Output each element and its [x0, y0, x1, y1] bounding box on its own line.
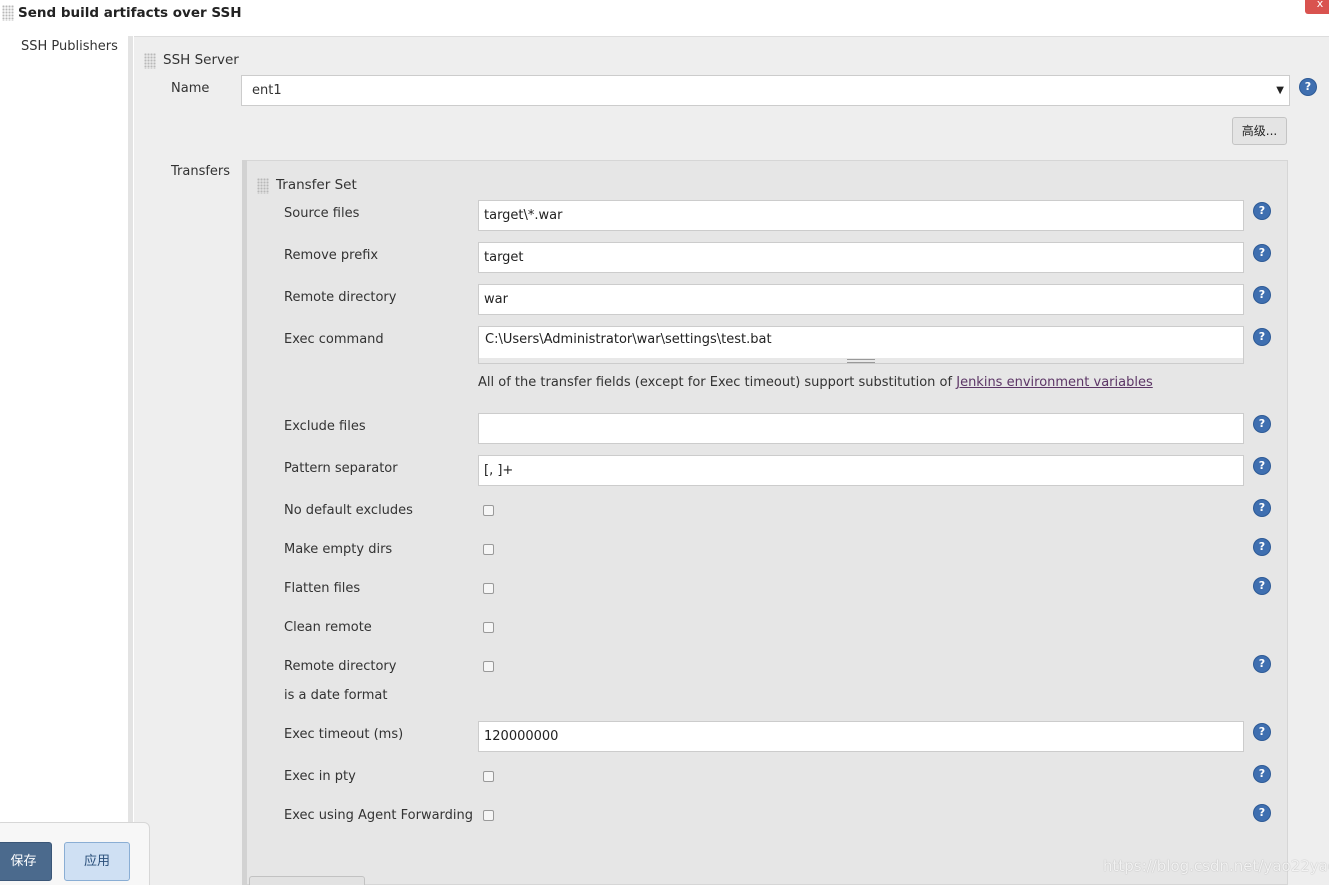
exec-in-pty-checkbox[interactable] — [483, 771, 494, 782]
help-icon[interactable]: ? — [1300, 79, 1316, 95]
no-default-excludes-label: No default excludes — [284, 503, 413, 518]
substitution-info: All of the transfer fields (except for E… — [478, 375, 1153, 390]
server-name-value: ent1 — [252, 83, 282, 98]
help-icon[interactable]: ? — [1254, 539, 1270, 555]
help-icon[interactable]: ? — [1254, 416, 1270, 432]
help-icon[interactable]: ? — [1254, 245, 1270, 261]
help-icon[interactable]: ? — [1254, 458, 1270, 474]
exec-in-pty-label: Exec in pty — [284, 769, 356, 784]
help-icon[interactable]: ? — [1254, 203, 1270, 219]
drag-handle-icon[interactable] — [257, 178, 269, 194]
resize-grip-icon — [847, 359, 875, 363]
add-transfer-set-button[interactable] — [249, 876, 365, 885]
clean-remote-label: Clean remote — [284, 620, 372, 635]
drag-handle-icon[interactable] — [144, 53, 156, 69]
transfer-set-title: Transfer Set — [276, 177, 357, 193]
help-icon[interactable]: ? — [1254, 578, 1270, 594]
exec-agent-forwarding-label: Exec using Agent Forwarding — [284, 808, 474, 823]
transfer-indent-bar — [242, 160, 247, 885]
exec-command-textarea[interactable]: C:\Users\Administrator\war\settings\test… — [478, 326, 1244, 359]
source-files-label: Source files — [284, 206, 360, 221]
help-icon[interactable]: ? — [1254, 724, 1270, 740]
remote-directory-input[interactable]: war — [478, 284, 1244, 315]
substitution-info-text: All of the transfer fields (except for E… — [478, 375, 957, 390]
section-title: Send build artifacts over SSH — [18, 5, 242, 21]
flatten-files-label: Flatten files — [284, 581, 361, 596]
help-icon[interactable]: ? — [1254, 766, 1270, 782]
remote-dir-date-label-line2: is a date format — [284, 688, 388, 703]
exec-timeout-label: Exec timeout (ms) — [284, 727, 404, 742]
exec-timeout-input[interactable]: 120000000 — [478, 721, 1244, 752]
drag-handle-icon[interactable] — [2, 5, 14, 21]
dropdown-arrow-icon: ▼ — [1276, 85, 1284, 96]
jenkins-env-vars-link[interactable]: Jenkins environment variables — [956, 375, 1153, 390]
save-button[interactable]: 保存 — [0, 842, 52, 881]
remove-prefix-input[interactable]: target — [478, 242, 1244, 273]
ssh-publishers-label: SSH Publishers — [21, 39, 118, 54]
delete-section-button[interactable]: x — [1305, 0, 1329, 14]
help-icon[interactable]: ? — [1254, 287, 1270, 303]
ssh-server-title: SSH Server — [163, 52, 239, 68]
transfers-label: Transfers — [171, 164, 231, 179]
remote-directory-label: Remote directory — [284, 290, 397, 305]
server-name-select[interactable]: ent1 ▼ — [241, 75, 1290, 106]
clean-remote-checkbox[interactable] — [483, 622, 494, 633]
apply-button[interactable]: 应用 — [64, 842, 130, 881]
watermark-text: https://blog.csdn.net/yao22yao — [1103, 857, 1329, 875]
advanced-button[interactable]: 高级... — [1232, 117, 1287, 145]
no-default-excludes-checkbox[interactable] — [483, 505, 494, 516]
exclude-files-label: Exclude files — [284, 419, 366, 434]
make-empty-dirs-label: Make empty dirs — [284, 542, 393, 557]
help-icon[interactable]: ? — [1254, 500, 1270, 516]
flatten-files-checkbox[interactable] — [483, 583, 494, 594]
help-icon[interactable]: ? — [1254, 329, 1270, 345]
exec-agent-forwarding-checkbox[interactable] — [483, 810, 494, 821]
remote-dir-date-checkbox[interactable] — [483, 661, 494, 672]
remote-dir-date-label: Remote directory — [284, 659, 397, 674]
make-empty-dirs-checkbox[interactable] — [483, 544, 494, 555]
exec-command-label: Exec command — [284, 332, 384, 347]
name-label: Name — [171, 81, 210, 96]
help-icon[interactable]: ? — [1254, 805, 1270, 821]
help-icon[interactable]: ? — [1254, 656, 1270, 672]
pattern-separator-label: Pattern separator — [284, 461, 398, 476]
exclude-files-input[interactable] — [478, 413, 1244, 444]
publisher-indent-bar — [128, 36, 133, 885]
pattern-separator-input[interactable]: [, ]+ — [478, 455, 1244, 486]
remove-prefix-label: Remove prefix — [284, 248, 379, 263]
source-files-input[interactable]: target\*.war — [478, 200, 1244, 231]
